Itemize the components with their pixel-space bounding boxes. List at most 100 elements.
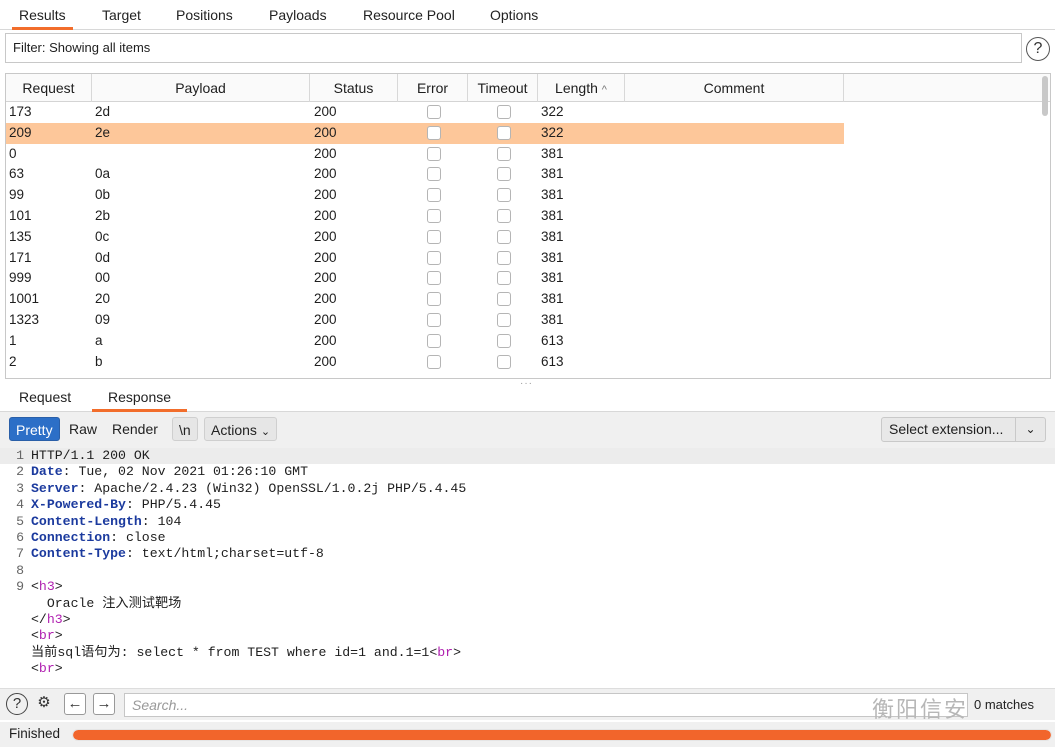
col-length[interactable]: Length ^ [538,74,625,102]
error-checkbox[interactable] [427,208,441,223]
line-content: Oracle 注入测试靶场 [31,596,182,612]
arrow-left-icon[interactable]: ← [64,693,86,715]
timeout-checkbox[interactable] [497,354,511,369]
error-checkbox[interactable] [427,292,441,307]
tab-results[interactable]: Results [12,0,73,30]
cell-payload: 09 [95,311,111,327]
line-number: 5 [16,513,24,529]
error-checkbox[interactable] [427,167,441,182]
table-row[interactable]: 1 a 200 613 [6,331,1050,352]
table-row[interactable]: 1323 09 200 381 [6,310,1050,331]
table-row[interactable]: 173 2d 200 322 [6,102,1050,123]
cell-request: 0 [9,145,17,161]
line-content: <br> [31,661,63,677]
table-header: Request Payload Status Error Timeout Len… [6,74,1050,102]
col-request[interactable]: Request [6,74,92,102]
cell-payload: 2b [95,207,111,223]
cell-payload: 2e [95,124,111,140]
table-row[interactable]: 2 b 200 613 [6,352,1050,373]
cell-length: 613 [541,332,564,348]
timeout-checkbox[interactable] [497,208,511,223]
search-input[interactable]: Search... [124,693,968,717]
error-checkbox[interactable] [427,125,441,140]
error-checkbox[interactable] [427,146,441,161]
arrow-right-icon[interactable]: → [93,693,115,715]
error-checkbox[interactable] [427,271,441,286]
tag-close: > [453,644,461,660]
tab-payloads[interactable]: Payloads [269,0,327,30]
response-body[interactable]: 1 HTTP/1.1 200 OK 2 Date: Tue, 02 Nov 2021 … [0,448,1055,682]
filter-bar[interactable]: Filter: Showing all items [5,33,1022,63]
line-content: Content-Length: 104 [31,514,181,530]
error-checkbox[interactable] [427,250,441,265]
tab-resource-pool[interactable]: Resource Pool [363,0,455,30]
actions-button[interactable]: Actions ⌄ [204,417,278,441]
table-row[interactable]: 0 200 381 [6,144,1050,165]
error-checkbox[interactable] [427,333,441,348]
tab-request[interactable]: Request [19,384,71,412]
timeout-checkbox[interactable] [497,333,511,348]
code-line: 2 Date: Tue, 02 Nov 2021 01:26:10 GMT [0,464,1055,480]
table-scrollbar[interactable] [1042,76,1048,116]
line-number: 4 [16,497,24,513]
error-checkbox[interactable] [427,354,441,369]
raw-button[interactable]: Raw [63,417,103,441]
table-row[interactable]: 63 0a 200 381 [6,164,1050,185]
actions-label: Actions [211,422,257,438]
timeout-checkbox[interactable] [497,146,511,161]
newline-toggle-button[interactable]: \n [172,417,198,441]
line-content: <h3> [31,579,63,595]
tab-options[interactable]: Options [490,0,538,30]
tab-target[interactable]: Target [102,0,141,30]
error-checkbox[interactable] [427,229,441,244]
table-row[interactable]: 135 0c 200 381 [6,227,1050,248]
help-icon[interactable]: ? [1026,37,1050,61]
header-key: Connection [31,529,111,545]
tab-positions[interactable]: Positions [176,0,233,30]
col-timeout[interactable]: Timeout [468,74,538,102]
table-row[interactable]: 999 00 200 381 [6,268,1050,289]
cell-length: 381 [541,145,564,161]
gear-icon[interactable]: ⚙ [33,693,55,715]
col-payload[interactable]: Payload [92,74,310,102]
timeout-checkbox[interactable] [497,125,511,140]
select-extension-label: Select extension... [889,421,1004,437]
timeout-checkbox[interactable] [497,292,511,307]
timeout-checkbox[interactable] [497,167,511,182]
tab-response[interactable]: Response [92,384,188,412]
code-line: <br> [0,628,1055,644]
table-row[interactable]: 101 2b 200 381 [6,206,1050,227]
cell-status: 200 [314,207,337,223]
col-status[interactable]: Status [310,74,398,102]
status-bar: Finished [0,722,1055,747]
timeout-checkbox[interactable] [497,188,511,203]
error-checkbox[interactable] [427,105,441,119]
timeout-checkbox[interactable] [497,271,511,286]
table-row[interactable]: 171 0d 200 381 [6,248,1050,269]
table-row[interactable]: 99 0b 200 381 [6,185,1050,206]
timeout-checkbox[interactable] [497,105,511,119]
main-tab-bar: Results Target Positions Payloads Resour… [0,0,1055,30]
cell-status: 200 [314,166,337,182]
tag-close: > [54,579,63,595]
table-row[interactable]: 1001 20 200 381 [6,289,1050,310]
col-error[interactable]: Error [398,74,468,102]
help-icon[interactable]: ? [6,693,28,715]
timeout-checkbox[interactable] [497,229,511,244]
code-line: 9 <h3> [0,579,1055,595]
render-button[interactable]: Render [106,417,164,441]
error-checkbox[interactable] [427,312,441,327]
cell-status: 200 [314,124,337,140]
code-line: 5 Content-Length: 104 [0,514,1055,530]
results-table: Request Payload Status Error Timeout Len… [5,73,1051,379]
line-content: Server: Apache/2.4.23 (Win32) OpenSSL/1.… [31,481,466,497]
error-checkbox[interactable] [427,188,441,203]
tag-open: < [31,579,39,595]
table-row[interactable]: 209 2e 200 322 [6,122,844,144]
select-extension-dropdown[interactable]: Select extension... ⌄ [881,417,1046,442]
timeout-checkbox[interactable] [497,312,511,327]
progress-bar [72,729,1052,741]
timeout-checkbox[interactable] [497,250,511,265]
pretty-button[interactable]: Pretty [9,417,60,441]
col-comment[interactable]: Comment [625,74,844,102]
